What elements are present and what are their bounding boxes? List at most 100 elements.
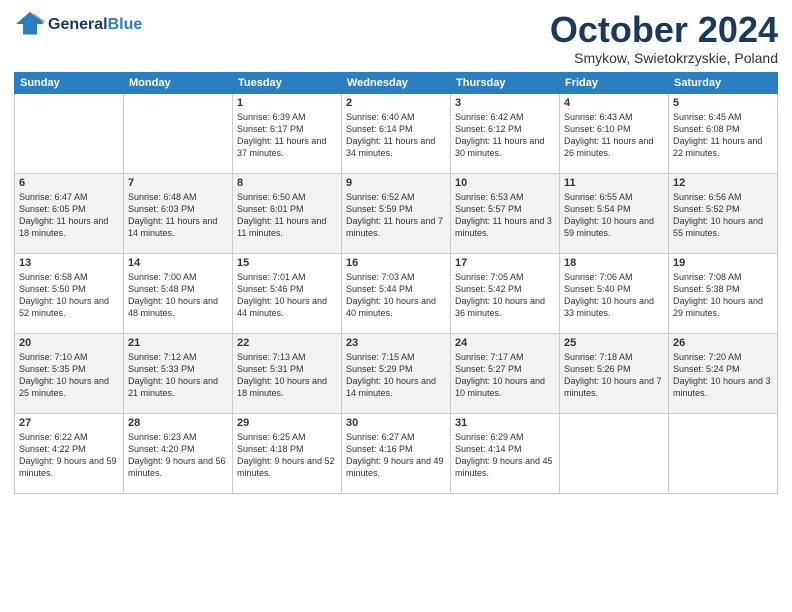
- calendar-header-sunday: Sunday: [15, 72, 124, 93]
- page: GeneralBlue October 2024 Smykow, Swietok…: [0, 0, 792, 612]
- calendar-cell: 10 Sunrise: 6:53 AM Sunset: 5:57 PM Dayli…: [451, 173, 560, 253]
- day-info: Sunrise: 6:27 AM Sunset: 4:16 PM Dayligh…: [346, 431, 446, 480]
- calendar-cell: 2 Sunrise: 6:40 AM Sunset: 6:14 PM Daylig…: [342, 93, 451, 173]
- day-info: Sunrise: 7:15 AM Sunset: 5:29 PM Dayligh…: [346, 351, 446, 400]
- day-info: Sunrise: 7:03 AM Sunset: 5:44 PM Dayligh…: [346, 271, 446, 320]
- day-number: 13: [19, 257, 119, 269]
- day-info: Sunrise: 6:48 AM Sunset: 6:03 PM Dayligh…: [128, 191, 228, 240]
- calendar-cell: [15, 93, 124, 173]
- day-info: Sunrise: 6:39 AM Sunset: 6:17 PM Dayligh…: [237, 111, 337, 160]
- calendar-cell: 28 Sunrise: 6:23 AM Sunset: 4:20 PM Dayli…: [124, 413, 233, 493]
- day-number: 25: [564, 337, 664, 349]
- calendar-header-saturday: Saturday: [669, 72, 778, 93]
- calendar-cell: 24 Sunrise: 7:17 AM Sunset: 5:27 PM Dayli…: [451, 333, 560, 413]
- day-info: Sunrise: 6:23 AM Sunset: 4:20 PM Dayligh…: [128, 431, 228, 480]
- calendar-header-wednesday: Wednesday: [342, 72, 451, 93]
- calendar-cell: [560, 413, 669, 493]
- calendar-cell: [124, 93, 233, 173]
- day-info: Sunrise: 6:53 AM Sunset: 5:57 PM Dayligh…: [455, 191, 555, 240]
- day-number: 21: [128, 337, 228, 349]
- title-block: October 2024 Smykow, Swietokrzyskie, Pol…: [550, 10, 778, 66]
- calendar-cell: 17Sunrise: 7:05 AM Sunset: 5:42 PM Dayli…: [451, 253, 560, 333]
- day-number: 20: [19, 337, 119, 349]
- calendar-header-thursday: Thursday: [451, 72, 560, 93]
- day-number: 30: [346, 417, 446, 429]
- day-info: Sunrise: 6:25 AM Sunset: 4:18 PM Dayligh…: [237, 431, 337, 480]
- header: GeneralBlue October 2024 Smykow, Swietok…: [14, 10, 778, 66]
- day-info: Sunrise: 7:10 AM Sunset: 5:35 PM Dayligh…: [19, 351, 119, 400]
- day-info: Sunrise: 7:17 AM Sunset: 5:27 PM Dayligh…: [455, 351, 555, 400]
- day-number: 10: [455, 177, 555, 189]
- day-number: 17: [455, 257, 555, 269]
- day-number: 12: [673, 177, 773, 189]
- day-info: Sunrise: 6:42 AM Sunset: 6:12 PM Dayligh…: [455, 111, 555, 160]
- calendar-cell: 5 Sunrise: 6:45 AM Sunset: 6:08 PM Daylig…: [669, 93, 778, 173]
- day-info: Sunrise: 6:52 AM Sunset: 5:59 PM Dayligh…: [346, 191, 446, 240]
- calendar-cell: 1 Sunrise: 6:39 AM Sunset: 6:17 PM Daylig…: [233, 93, 342, 173]
- calendar-cell: 20 Sunrise: 7:10 AM Sunset: 5:35 PM Dayli…: [15, 333, 124, 413]
- calendar-cell: 3 Sunrise: 6:42 AM Sunset: 6:12 PM Daylig…: [451, 93, 560, 173]
- calendar-header-row: SundayMondayTuesdayWednesdayThursdayFrid…: [15, 72, 778, 93]
- calendar-week-2: 6Sunrise: 6:47 AM Sunset: 6:05 PM Daylig…: [15, 173, 778, 253]
- calendar-week-1: 1 Sunrise: 6:39 AM Sunset: 6:17 PM Daylig…: [15, 93, 778, 173]
- day-number: 9: [346, 177, 446, 189]
- day-info: Sunrise: 7:00 AM Sunset: 5:48 PM Dayligh…: [128, 271, 228, 320]
- calendar-week-4: 20 Sunrise: 7:10 AM Sunset: 5:35 PM Dayli…: [15, 333, 778, 413]
- logo-blue: Blue: [108, 16, 143, 33]
- day-info: Sunrise: 7:13 AM Sunset: 5:31 PM Dayligh…: [237, 351, 337, 400]
- logo: GeneralBlue: [14, 10, 142, 38]
- day-number: 1: [237, 97, 337, 109]
- calendar-cell: 18 Sunrise: 7:06 AM Sunset: 5:40 PM Dayli…: [560, 253, 669, 333]
- day-info: Sunrise: 7:08 AM Sunset: 5:38 PM Dayligh…: [673, 271, 773, 320]
- calendar-header-monday: Monday: [124, 72, 233, 93]
- day-info: Sunrise: 6:29 AM Sunset: 4:14 PM Dayligh…: [455, 431, 555, 480]
- day-number: 4: [564, 97, 664, 109]
- day-info: Sunrise: 6:55 AM Sunset: 5:54 PM Dayligh…: [564, 191, 664, 240]
- day-number: 14: [128, 257, 228, 269]
- day-info: Sunrise: 7:01 AM Sunset: 5:46 PM Dayligh…: [237, 271, 337, 320]
- calendar-cell: 29 Sunrise: 6:25 AM Sunset: 4:18 PM Dayli…: [233, 413, 342, 493]
- calendar-cell: 9 Sunrise: 6:52 AM Sunset: 5:59 PM Daylig…: [342, 173, 451, 253]
- calendar-cell: 7 Sunrise: 6:48 AM Sunset: 6:03 PM Daylig…: [124, 173, 233, 253]
- day-info: Sunrise: 6:45 AM Sunset: 6:08 PM Dayligh…: [673, 111, 773, 160]
- calendar-cell: 21Sunrise: 7:12 AM Sunset: 5:33 PM Dayli…: [124, 333, 233, 413]
- day-number: 27: [19, 417, 119, 429]
- day-info: Sunrise: 7:06 AM Sunset: 5:40 PM Dayligh…: [564, 271, 664, 320]
- day-number: 26: [673, 337, 773, 349]
- day-number: 11: [564, 177, 664, 189]
- day-number: 16: [346, 257, 446, 269]
- day-info: Sunrise: 7:20 AM Sunset: 5:24 PM Dayligh…: [673, 351, 773, 400]
- calendar-cell: 12 Sunrise: 6:56 AM Sunset: 5:52 PM Dayli…: [669, 173, 778, 253]
- logo-text: GeneralBlue: [48, 14, 142, 34]
- logo-general: General: [48, 16, 108, 33]
- day-number: 19: [673, 257, 773, 269]
- calendar-table: SundayMondayTuesdayWednesdayThursdayFrid…: [14, 72, 778, 494]
- calendar-cell: 30 Sunrise: 6:27 AM Sunset: 4:16 PM Dayli…: [342, 413, 451, 493]
- day-info: Sunrise: 6:40 AM Sunset: 6:14 PM Dayligh…: [346, 111, 446, 160]
- day-number: 24: [455, 337, 555, 349]
- day-number: 2: [346, 97, 446, 109]
- calendar-cell: 27 Sunrise: 6:22 AM Sunset: 4:22 PM Dayli…: [15, 413, 124, 493]
- day-number: 28: [128, 417, 228, 429]
- calendar-cell: 4 Sunrise: 6:43 AM Sunset: 6:10 PM Daylig…: [560, 93, 669, 173]
- day-number: 3: [455, 97, 555, 109]
- day-number: 5: [673, 97, 773, 109]
- calendar-cell: [669, 413, 778, 493]
- calendar-cell: 13Sunrise: 6:58 AM Sunset: 5:50 PM Dayli…: [15, 253, 124, 333]
- day-info: Sunrise: 6:43 AM Sunset: 6:10 PM Dayligh…: [564, 111, 664, 160]
- calendar-cell: 25Sunrise: 7:18 AM Sunset: 5:26 PM Dayli…: [560, 333, 669, 413]
- day-number: 23: [346, 337, 446, 349]
- day-number: 29: [237, 417, 337, 429]
- calendar-cell: 19 Sunrise: 7:08 AM Sunset: 5:38 PM Dayli…: [669, 253, 778, 333]
- day-number: 15: [237, 257, 337, 269]
- day-number: 22: [237, 337, 337, 349]
- day-number: 18: [564, 257, 664, 269]
- day-number: 6: [19, 177, 119, 189]
- day-info: Sunrise: 6:56 AM Sunset: 5:52 PM Dayligh…: [673, 191, 773, 240]
- day-info: Sunrise: 6:50 AM Sunset: 6:01 PM Dayligh…: [237, 191, 337, 240]
- day-number: 7: [128, 177, 228, 189]
- month-title: October 2024: [550, 10, 778, 50]
- day-info: Sunrise: 6:22 AM Sunset: 4:22 PM Dayligh…: [19, 431, 119, 480]
- calendar-cell: 31Sunrise: 6:29 AM Sunset: 4:14 PM Dayli…: [451, 413, 560, 493]
- day-number: 8: [237, 177, 337, 189]
